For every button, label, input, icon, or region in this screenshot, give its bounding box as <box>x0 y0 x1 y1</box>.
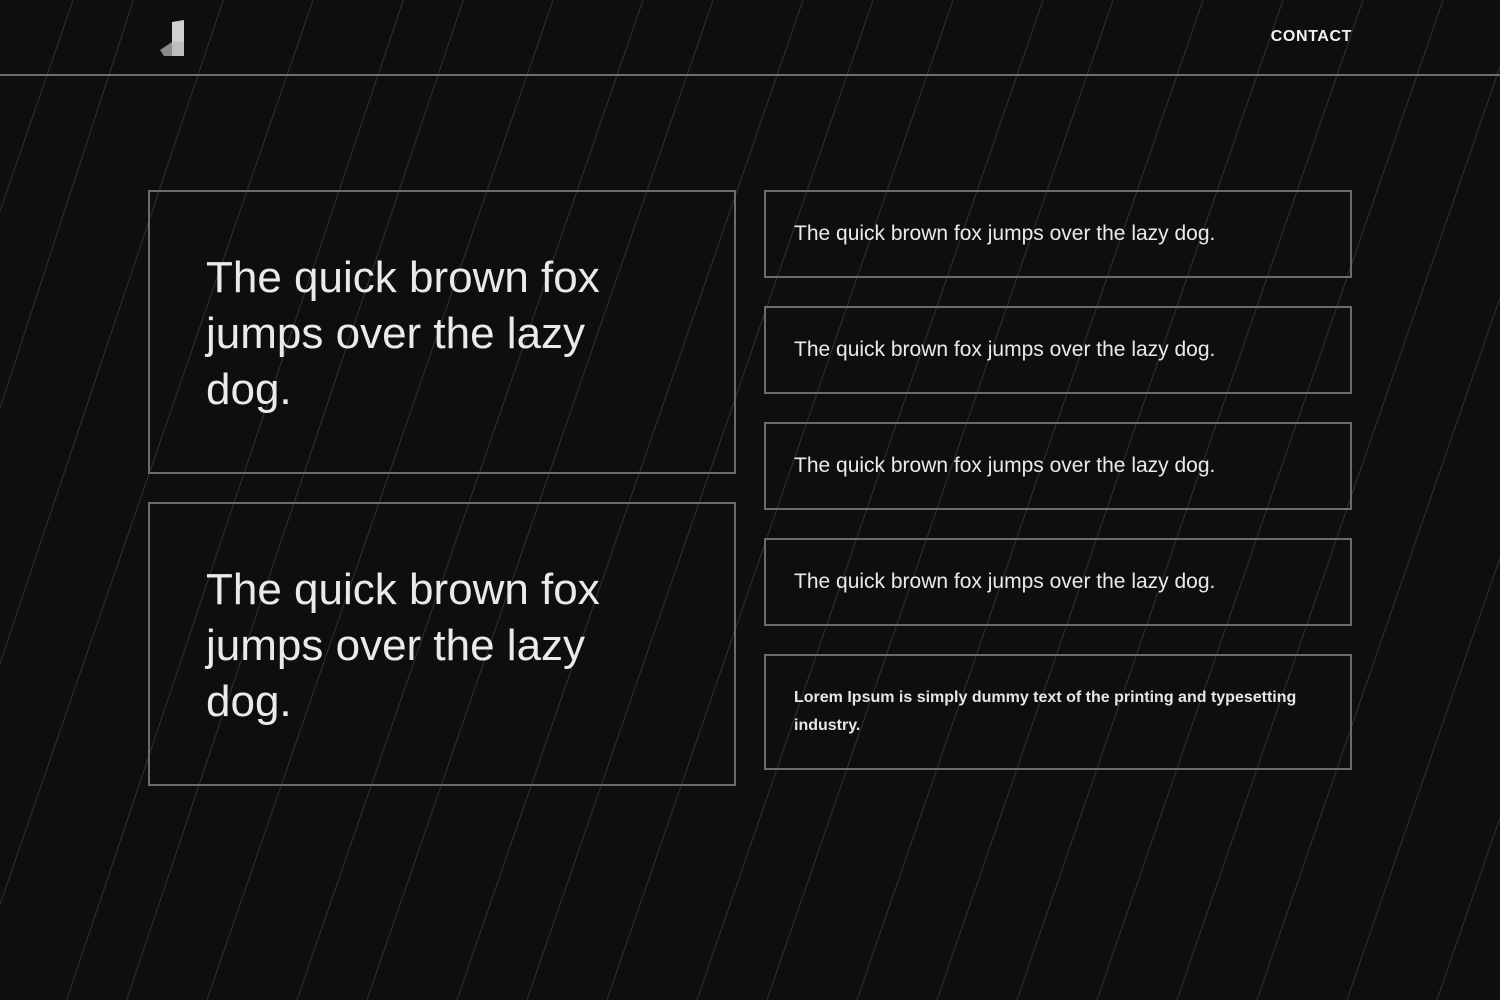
lorem-card-text: Lorem Ipsum is simply dummy text of the … <box>794 689 1297 734</box>
small-card-text: The quick brown fox jumps over the lazy … <box>794 338 1216 361</box>
small-card-text: The quick brown fox jumps over the lazy … <box>794 222 1216 245</box>
small-card-1: The quick brown fox jumps over the lazy … <box>764 190 1352 278</box>
site-header: CONTACT <box>0 0 1500 76</box>
large-card-2: The quick brown fox jumps over the lazy … <box>148 502 736 786</box>
contact-link[interactable]: CONTACT <box>1271 28 1352 46</box>
small-card-text: The quick brown fox jumps over the lazy … <box>794 454 1216 477</box>
small-card-text: The quick brown fox jumps over the lazy … <box>794 570 1216 593</box>
small-card-3: The quick brown fox jumps over the lazy … <box>764 422 1352 510</box>
large-card-text: The quick brown fox jumps over the lazy … <box>206 253 600 414</box>
small-card-4: The quick brown fox jumps over the lazy … <box>764 538 1352 626</box>
lorem-card: Lorem Ipsum is simply dummy text of the … <box>764 654 1352 770</box>
small-card-2: The quick brown fox jumps over the lazy … <box>764 306 1352 394</box>
logo-mark-icon[interactable] <box>158 18 186 58</box>
large-card-1: The quick brown fox jumps over the lazy … <box>148 190 736 474</box>
large-card-text: The quick brown fox jumps over the lazy … <box>206 565 600 726</box>
